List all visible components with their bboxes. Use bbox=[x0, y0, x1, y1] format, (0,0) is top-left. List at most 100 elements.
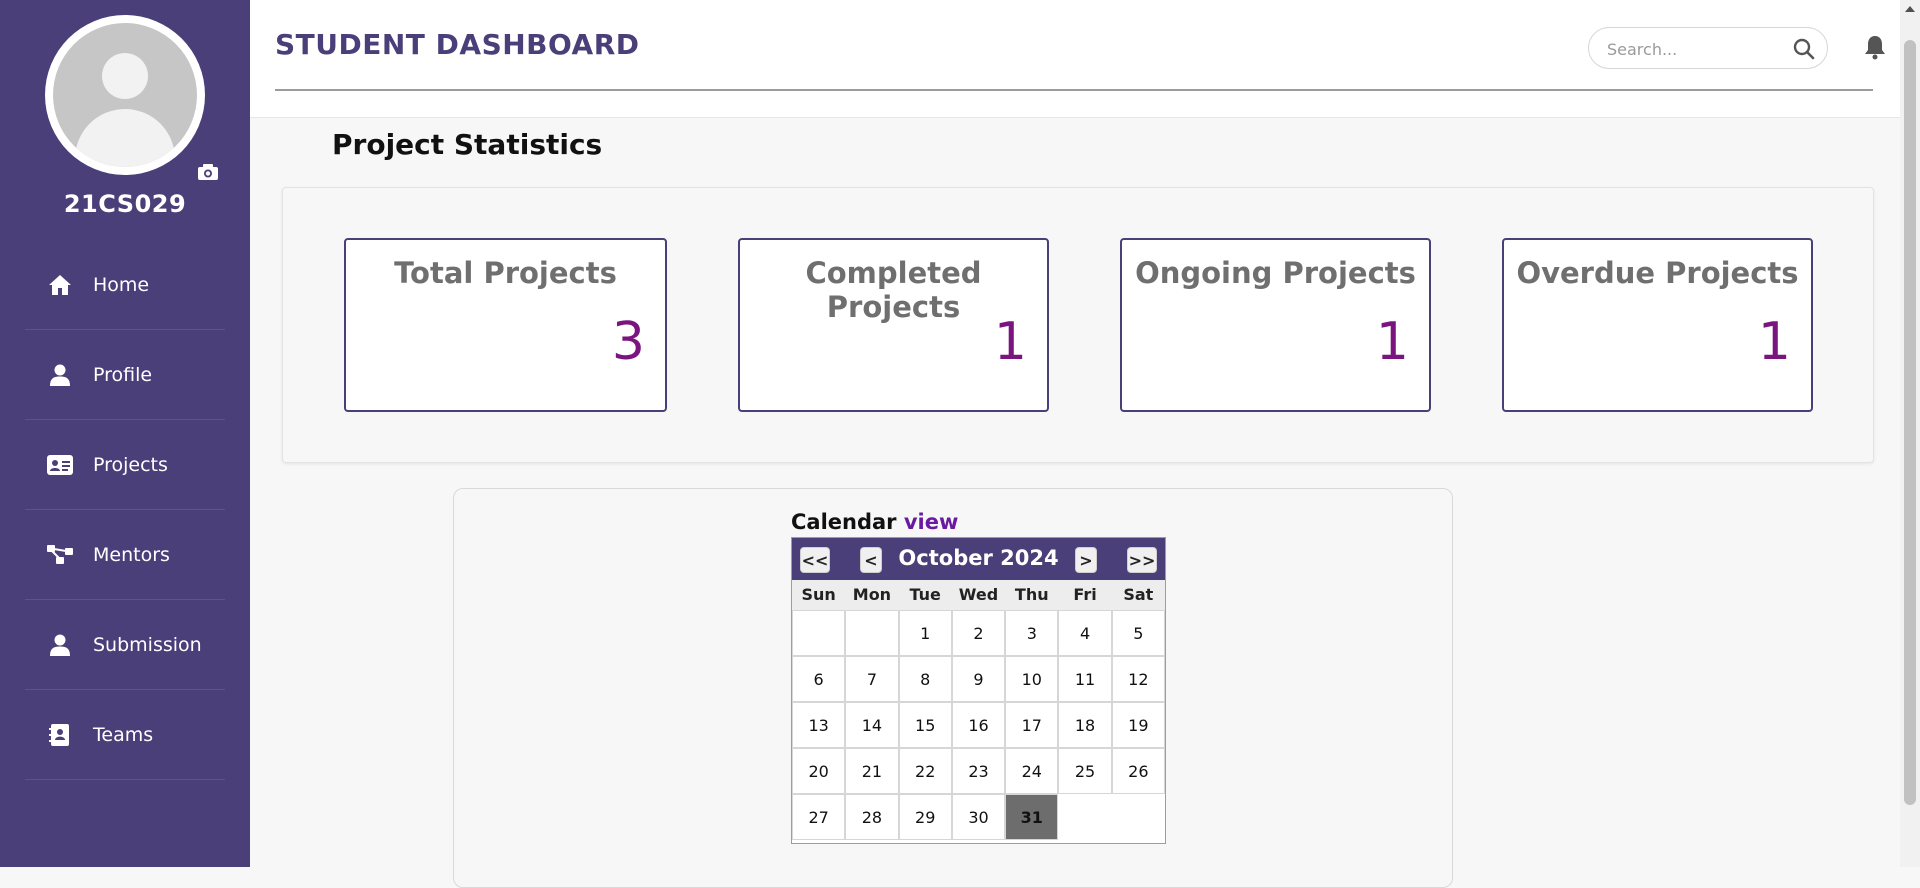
calendar-day[interactable]: 20 bbox=[792, 748, 846, 794]
sidebar-item-label: Profile bbox=[93, 363, 153, 386]
calendar-day[interactable]: 14 bbox=[845, 702, 899, 748]
calendar-day[interactable]: 2 bbox=[951, 610, 1006, 656]
weekday-label: Fri bbox=[1073, 585, 1097, 604]
calendar-day[interactable]: 21 bbox=[845, 748, 899, 794]
sidebar-item-projects[interactable]: Projects bbox=[25, 420, 225, 510]
user-icon bbox=[47, 634, 73, 656]
next-year-button[interactable]: >> bbox=[1127, 547, 1157, 573]
calendar-day[interactable]: 29 bbox=[898, 794, 952, 840]
calendar-month-label[interactable]: October 2024 bbox=[892, 546, 1065, 570]
calendar-day[interactable]: 1 bbox=[898, 610, 952, 656]
prev-year-button[interactable]: << bbox=[800, 547, 830, 573]
sidebar-item-mentors[interactable]: Mentors bbox=[25, 510, 225, 600]
search-icon[interactable] bbox=[1793, 38, 1815, 60]
calendar-weekdays: Sun Mon Tue Wed Thu Fri Sat bbox=[792, 580, 1165, 610]
bell-icon[interactable] bbox=[1863, 34, 1887, 60]
calendar-day[interactable]: 27 bbox=[792, 794, 846, 840]
sidebar-item-profile[interactable]: Profile bbox=[25, 330, 225, 420]
calendar-day[interactable]: 12 bbox=[1111, 656, 1165, 702]
scrollbar-thumb[interactable] bbox=[1904, 40, 1916, 805]
calendar-day[interactable]: 7 bbox=[845, 656, 899, 702]
calendar-empty-cell bbox=[792, 610, 846, 656]
id-card-icon bbox=[47, 454, 73, 476]
sidebar-item-label: Projects bbox=[93, 453, 168, 476]
user-id: 21CS029 bbox=[63, 190, 187, 218]
search-input[interactable] bbox=[1607, 38, 1777, 60]
sidebar-nav: Home Profile Projects Mentors Submission bbox=[25, 240, 225, 780]
section-title: Project Statistics bbox=[332, 128, 603, 161]
avatar[interactable] bbox=[45, 15, 221, 182]
camera-icon[interactable] bbox=[195, 162, 221, 182]
scroll-up-arrow-icon[interactable] bbox=[1905, 6, 1915, 12]
stats-panel: Total Projects 3 Completed Projects 1 On… bbox=[282, 187, 1874, 463]
top-header: STUDENT DASHBOARD bbox=[250, 0, 1900, 118]
stat-title: Overdue Projects bbox=[1516, 256, 1799, 290]
calendar-day[interactable]: 19 bbox=[1111, 702, 1165, 748]
calendar-day-today[interactable]: 31 bbox=[1005, 794, 1059, 840]
calendar-caption-text: Calendar bbox=[791, 510, 897, 534]
stat-title: Total Projects bbox=[394, 256, 617, 290]
sidebar-item-home[interactable]: Home bbox=[25, 240, 225, 330]
calendar-day[interactable]: 23 bbox=[951, 748, 1006, 794]
stat-card-total: Total Projects 3 bbox=[344, 238, 667, 412]
calendar-blank-cell bbox=[1112, 794, 1165, 840]
network-icon bbox=[47, 544, 73, 566]
sidebar-item-label: Submission bbox=[93, 633, 202, 656]
scrollbar[interactable] bbox=[1900, 0, 1920, 867]
calendar-empty-cell bbox=[845, 610, 899, 656]
weekday-label: Tue bbox=[909, 585, 941, 604]
header-divider bbox=[275, 89, 1873, 91]
stat-value: 1 bbox=[1375, 312, 1409, 372]
calendar-day[interactable]: 30 bbox=[951, 794, 1006, 840]
calendar-caption: Calendar view bbox=[791, 510, 958, 534]
sidebar-item-teams[interactable]: Teams bbox=[25, 690, 225, 780]
stat-value: 3 bbox=[611, 312, 645, 372]
calendar-day[interactable]: 6 bbox=[792, 656, 846, 702]
calendar-day[interactable]: 15 bbox=[898, 702, 952, 748]
weekday-label: Wed bbox=[958, 585, 999, 604]
calendar-day[interactable]: 28 bbox=[845, 794, 899, 840]
calendar-day[interactable]: 17 bbox=[1005, 702, 1059, 748]
calendar-day[interactable]: 10 bbox=[1005, 656, 1059, 702]
sidebar-item-label: Mentors bbox=[93, 543, 170, 566]
calendar-day[interactable]: 4 bbox=[1058, 610, 1112, 656]
stat-card-ongoing: Ongoing Projects 1 bbox=[1120, 238, 1431, 412]
sidebar-item-label: Teams bbox=[93, 723, 154, 746]
calendar-day[interactable]: 16 bbox=[951, 702, 1006, 748]
calendar-day[interactable]: 26 bbox=[1111, 748, 1165, 794]
calendar-day[interactable]: 24 bbox=[1005, 748, 1059, 794]
stat-card-completed: Completed Projects 1 bbox=[738, 238, 1049, 412]
stat-value: 1 bbox=[993, 312, 1027, 372]
calendar-grid: 1 2 3 4 5 6 7 8 9 10 11 12 13 14 15 16 17 18 19 20 21 22 23 24 2… bbox=[792, 610, 1165, 840]
next-month-button[interactable]: > bbox=[1075, 547, 1097, 573]
address-book-icon bbox=[47, 723, 73, 746]
page-title: STUDENT DASHBOARD bbox=[275, 28, 640, 61]
calendar-day[interactable]: 3 bbox=[1005, 610, 1059, 656]
search-box[interactable] bbox=[1588, 27, 1828, 69]
calendar-day[interactable]: 25 bbox=[1058, 748, 1112, 794]
weekday-label: Mon bbox=[852, 585, 892, 604]
weekday-label: Sun bbox=[801, 585, 836, 604]
stat-card-overdue: Overdue Projects 1 bbox=[1502, 238, 1813, 412]
sidebar-item-submission[interactable]: Submission bbox=[25, 600, 225, 690]
calendar-day[interactable]: 11 bbox=[1058, 656, 1112, 702]
sidebar: 21CS029 Home Profile Projects Mentors Su… bbox=[0, 0, 250, 867]
prev-month-button[interactable]: < bbox=[860, 547, 882, 573]
weekday-label: Sat bbox=[1123, 585, 1154, 604]
calendar: << < October 2024 > >> Sun Mon Tue Wed T… bbox=[791, 537, 1166, 844]
calendar-header: << < October 2024 > >> bbox=[792, 538, 1165, 580]
calendar-day[interactable]: 22 bbox=[898, 748, 952, 794]
calendar-view-link[interactable]: view bbox=[904, 510, 959, 534]
user-icon bbox=[47, 364, 73, 386]
default-avatar-icon bbox=[53, 23, 197, 167]
calendar-day[interactable]: 9 bbox=[951, 656, 1006, 702]
stat-title: Ongoing Projects bbox=[1135, 256, 1416, 290]
calendar-blank-cell bbox=[1058, 794, 1111, 840]
calendar-day[interactable]: 18 bbox=[1058, 702, 1112, 748]
calendar-day[interactable]: 5 bbox=[1111, 610, 1165, 656]
stat-value: 1 bbox=[1757, 312, 1791, 372]
weekday-label: Thu bbox=[1014, 585, 1049, 604]
sidebar-item-label: Home bbox=[93, 273, 150, 296]
calendar-day[interactable]: 8 bbox=[898, 656, 952, 702]
calendar-day[interactable]: 13 bbox=[792, 702, 846, 748]
